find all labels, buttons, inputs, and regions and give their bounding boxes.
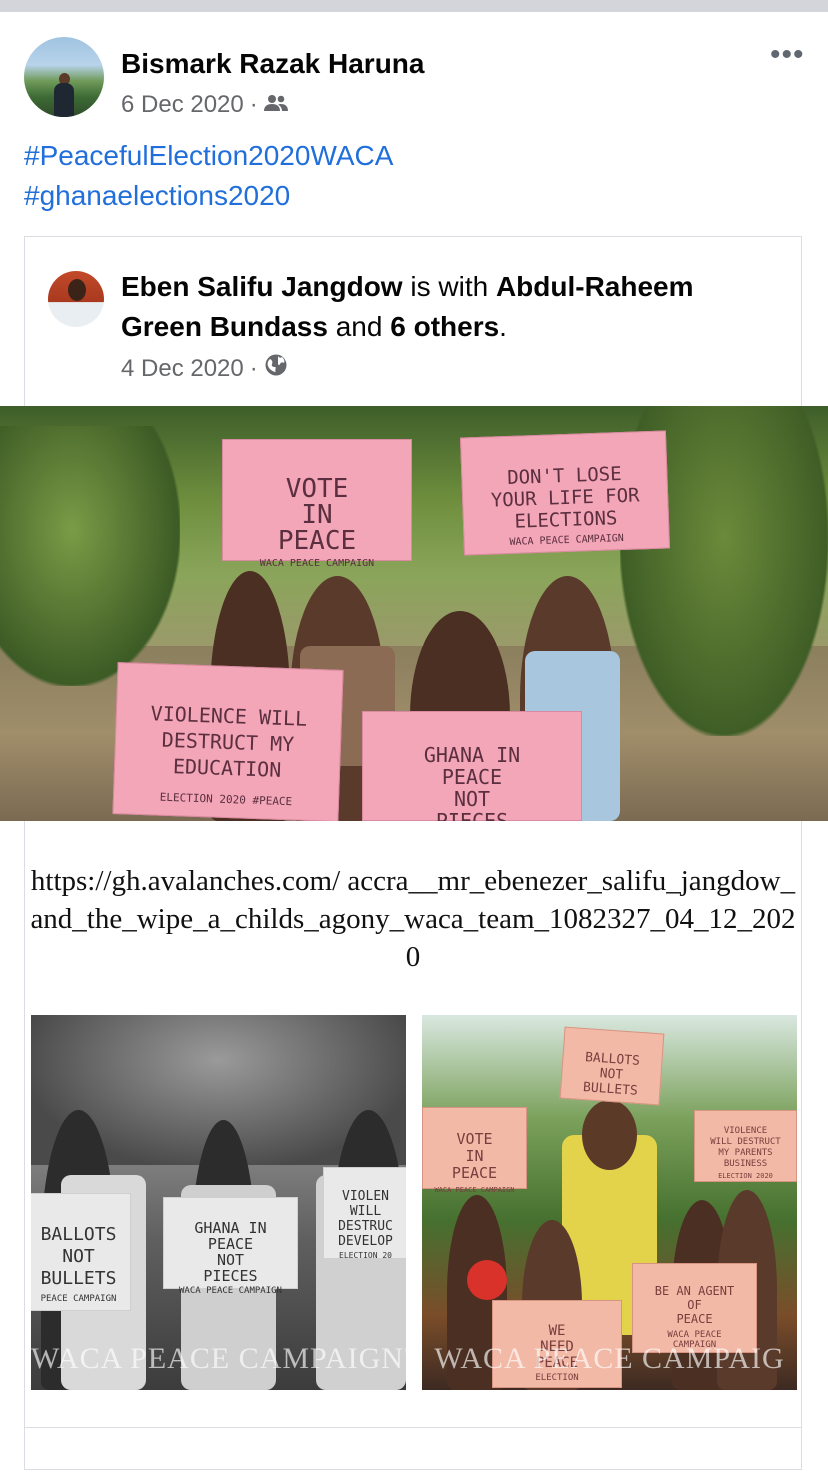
protest-sign: VOTE IN PEACE WACA PEACE CAMPAIGN (422, 1107, 527, 1194)
shared-post-meta: 4 Dec 2020 · (121, 353, 288, 384)
tagged-others-link[interactable]: 6 others (390, 311, 499, 342)
and-text: and (327, 311, 391, 342)
shared-author-avatar[interactable] (48, 271, 104, 327)
sign-small-text: ELECTION 2020 (718, 1172, 773, 1180)
post-meta: 6 Dec 2020 · (121, 91, 288, 119)
tagged-person-name-cont[interactable]: Green Bundass (121, 311, 328, 342)
sign-text: VOTE IN PEACE (451, 1130, 498, 1182)
protest-sign: BALLOTS NOT BULLETS (559, 1026, 665, 1106)
sign-text: GHANA IN PEACE NOT PIECES (194, 1219, 267, 1285)
tagged-person-name[interactable]: Abdul-Raheem (496, 271, 694, 302)
protest-sign: VIOLENCE WILL DESTRUCT MY EDUCATION ELEC… (112, 662, 344, 821)
sign-text: BE AN AGENT OF PEACE (654, 1284, 735, 1326)
sign-text: GHANA IN PEACE NOT PIECES (423, 743, 521, 821)
post-author-name[interactable]: Bismark Razak Haruna (121, 48, 424, 80)
photo-watermark: WACA PEACE CAMPAIG (434, 1342, 785, 1375)
protest-sign: VOTE IN PEACE WACA PEACE CAMPAIGN (222, 439, 412, 569)
is-with-text: is with (402, 271, 496, 302)
protest-sign: GHANA IN PEACE NOT PIECES (362, 711, 582, 821)
sign-small-text: ELECTION 2020 #PEACE (159, 790, 293, 809)
protest-sign: BE AN AGENT OF PEACE WACA PEACE CAMPAIGN (632, 1263, 757, 1353)
meta-separator: · (249, 91, 258, 118)
hashtag-link[interactable]: #PeacefulElection2020WACA (24, 140, 393, 172)
shared-post-date[interactable]: 4 Dec 2020 (121, 355, 244, 383)
top-divider (0, 0, 828, 12)
shared-post-footer (24, 1420, 802, 1470)
protest-sign: GHANA IN PEACE NOT PIECES WACA PEACE CAM… (163, 1197, 298, 1296)
sign-small-text: WACA PEACE CAMPAIGN (434, 1186, 515, 1194)
author-avatar[interactable] (24, 37, 104, 117)
sign-small-text: WACA PEACE CAMPAIGN (179, 1286, 282, 1296)
photo-watermark: WACA PEACE CAMPAIGN'2 (31, 1342, 406, 1375)
more-options-icon[interactable]: ••• (770, 40, 805, 70)
sign-text: VIOLENCE WILL DESTRUCT MY EDUCATION (150, 701, 308, 782)
sign-small-text: WACA PEACE CAMPAIGN (509, 532, 625, 548)
shared-photo-main[interactable]: VOTE IN PEACE WACA PEACE CAMPAIGN DON'T … (0, 406, 828, 821)
friends-icon[interactable] (263, 91, 288, 119)
protest-sign: VIOLENCE WILL DESTRUCT MY PARENTS BUSINE… (694, 1110, 797, 1182)
sign-text: VOTE IN PEACE (277, 474, 357, 556)
protest-sign: DON'T LOSE YOUR LIFE FOR ELECTIONS WACA … (460, 430, 670, 556)
protest-sign: VIOLEN WILL DESTRUC DEVELOP ELECTION 20 (323, 1167, 406, 1260)
protest-sign: BALLOTS NOT BULLETS PEACE CAMPAIGN (31, 1193, 131, 1311)
sign-text: VIOLEN WILL DESTRUC DEVELOP (338, 1189, 393, 1249)
article-link[interactable]: https://gh.avalanches.com/ accra__mr_ebe… (30, 862, 796, 976)
shared-author-name[interactable]: Eben Salifu Jangdow (121, 271, 403, 302)
meta-separator: · (249, 354, 258, 382)
sign-text: DON'T LOSE YOUR LIFE FOR ELECTIONS (490, 463, 640, 533)
shared-post-header-cont: Green Bundass and 6 others. (121, 311, 507, 343)
sign-text: BALLOTS NOT BULLETS (40, 1224, 117, 1289)
sign-small-text: ELECTION 20 (339, 1251, 392, 1260)
shared-photo-bw[interactable]: BALLOTS NOT BULLETS PEACE CAMPAIGN GHANA… (31, 1015, 406, 1390)
sign-text: BALLOTS NOT BULLETS (582, 1050, 641, 1099)
period-text: . (499, 311, 507, 342)
globe-icon[interactable] (264, 353, 288, 384)
post-date[interactable]: 6 Dec 2020 (121, 91, 244, 119)
sign-small-text: PEACE CAMPAIGN (40, 1294, 117, 1304)
sign-small-text: WACA PEACE CAMPAIGN (259, 558, 375, 569)
hashtag-link[interactable]: #ghanaelections2020 (24, 180, 290, 212)
sign-text: VIOLENCE WILL DESTRUCT MY PARENTS BUSINE… (710, 1126, 781, 1169)
shared-post-header: Eben Salifu Jangdow is with Abdul-Raheem (121, 271, 694, 303)
shared-photo-color[interactable]: BALLOTS NOT BULLETS VOTE IN PEACE WACA P… (422, 1015, 797, 1390)
